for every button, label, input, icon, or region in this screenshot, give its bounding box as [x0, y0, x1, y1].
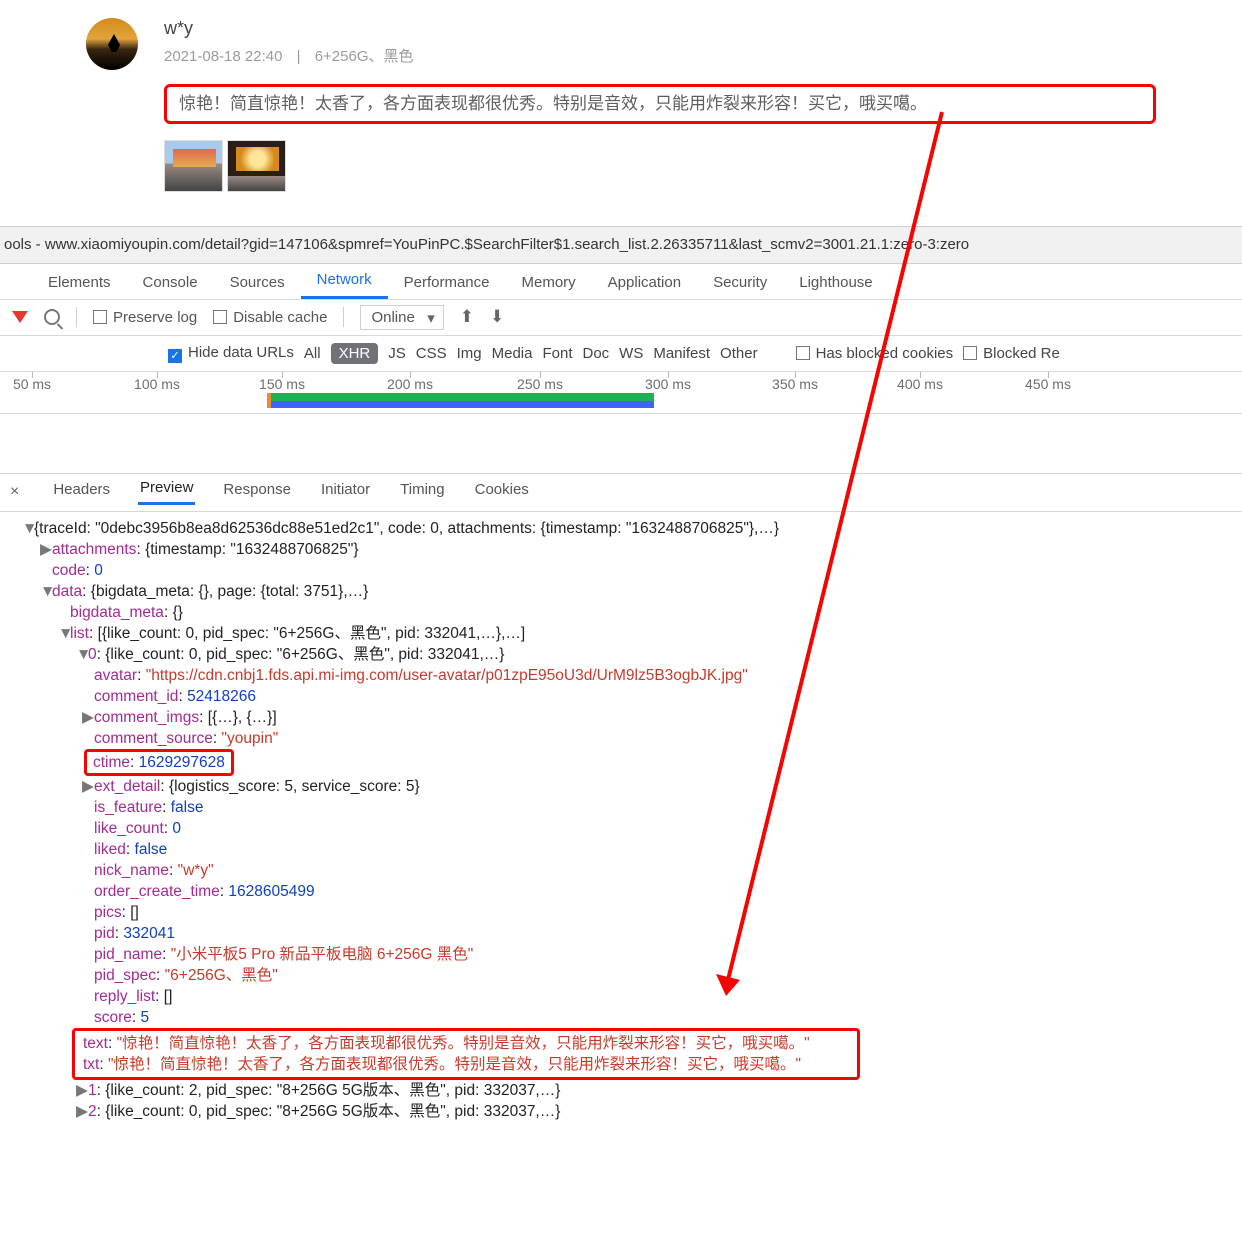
- filter-font[interactable]: Font: [542, 345, 572, 362]
- reviewer-nick: w*y: [164, 18, 1156, 39]
- tab-sources[interactable]: Sources: [214, 274, 301, 299]
- review-spec: 6+256G、黑色: [315, 48, 414, 65]
- avatar: [86, 18, 138, 70]
- devtools-titlebar: ools - www.xiaomiyoupin.com/detail?gid=1…: [0, 226, 1242, 264]
- separator: [76, 307, 77, 327]
- filter-doc[interactable]: Doc: [582, 345, 609, 362]
- search-icon[interactable]: [44, 309, 60, 325]
- timeline-tick: 50 ms: [13, 376, 51, 392]
- timeline-tick: 200 ms: [387, 376, 433, 392]
- filter-css[interactable]: CSS: [416, 345, 447, 362]
- json-preview[interactable]: ▼{traceId: "0debc3956b8ea8d62536dc88e51e…: [0, 512, 1242, 1142]
- text-highlight-box: text: "惊艳！简直惊艳！太香了，各方面表现都很优秀。特别是音效，只能用炸裂…: [72, 1028, 860, 1080]
- blocked-requests-checkbox[interactable]: Blocked Re: [963, 345, 1060, 362]
- throttling-select[interactable]: Online: [360, 305, 443, 330]
- hide-data-urls-checkbox[interactable]: ✓Hide data URLs: [168, 344, 294, 363]
- meta-separator: |: [297, 48, 301, 65]
- upload-icon[interactable]: ⬆: [460, 307, 474, 327]
- close-icon[interactable]: ×: [10, 483, 19, 501]
- download-icon[interactable]: ⬇: [490, 307, 504, 327]
- timeline-tick: 300 ms: [645, 376, 691, 392]
- timeline-bar: [271, 393, 654, 401]
- blocked-cookies-checkbox[interactable]: Has blocked cookies: [796, 345, 954, 362]
- timeline-tick: 350 ms: [772, 376, 818, 392]
- network-toolbar-1: Preserve log Disable cache Online ⬆ ⬇: [0, 300, 1242, 336]
- preserve-log-checkbox[interactable]: Preserve log: [93, 309, 197, 326]
- separator: [343, 307, 344, 327]
- timeline-spacer: [0, 414, 1242, 474]
- request-detail-tabs: × Headers Preview Response Initiator Tim…: [0, 474, 1242, 512]
- json-root: {traceId: "0debc3956b8ea8d62536dc88e51ed…: [34, 520, 779, 537]
- timeline-tick: 450 ms: [1025, 376, 1071, 392]
- review-card: w*y 2021-08-18 22:40 | 6+256G、黑色 惊艳！简直惊艳…: [0, 0, 1242, 204]
- filter-media[interactable]: Media: [492, 345, 533, 362]
- review-image-thumb[interactable]: [227, 140, 286, 192]
- disable-cache-checkbox[interactable]: Disable cache: [213, 309, 327, 326]
- review-meta: 2021-08-18 22:40 | 6+256G、黑色: [164, 45, 1156, 66]
- review-body: w*y 2021-08-18 22:40 | 6+256G、黑色 惊艳！简直惊艳…: [164, 18, 1156, 192]
- subtab-headers[interactable]: Headers: [51, 481, 112, 504]
- tab-performance[interactable]: Performance: [388, 274, 506, 299]
- timeline-tick: 150 ms: [259, 376, 305, 392]
- subtab-timing[interactable]: Timing: [398, 481, 446, 504]
- filter-xhr[interactable]: XHR: [331, 343, 379, 364]
- tab-elements[interactable]: Elements: [32, 274, 127, 299]
- tab-console[interactable]: Console: [127, 274, 214, 299]
- ctime-highlight: ctime: 1629297628: [84, 749, 234, 776]
- filter-icon[interactable]: [12, 311, 28, 323]
- review-text-highlight: 惊艳！简直惊艳！太香了，各方面表现都很优秀。特别是音效，只能用炸裂来形容！买它，…: [164, 84, 1156, 124]
- timeline-bar: [271, 401, 654, 408]
- review-image-thumb[interactable]: [164, 140, 223, 192]
- tab-security[interactable]: Security: [697, 274, 783, 299]
- network-toolbar-2: ✓Hide data URLs All XHR JS CSS Img Media…: [0, 336, 1242, 372]
- subtab-initiator[interactable]: Initiator: [319, 481, 372, 504]
- filter-ws[interactable]: WS: [619, 345, 643, 362]
- tab-application[interactable]: Application: [592, 274, 697, 299]
- review-date: 2021-08-18 22:40: [164, 48, 282, 65]
- subtab-cookies[interactable]: Cookies: [473, 481, 531, 504]
- filter-all[interactable]: All: [304, 345, 321, 362]
- tab-lighthouse[interactable]: Lighthouse: [783, 274, 888, 299]
- timeline-tick: 400 ms: [897, 376, 943, 392]
- devtools-main-tabs: Elements Console Sources Network Perform…: [0, 264, 1242, 300]
- subtab-preview[interactable]: Preview: [138, 479, 195, 505]
- waterfall-timeline[interactable]: 50 ms 100 ms 150 ms 200 ms 250 ms 300 ms…: [0, 372, 1242, 414]
- subtab-response[interactable]: Response: [221, 481, 293, 504]
- timeline-tick: 100 ms: [134, 376, 180, 392]
- review-images: [164, 140, 1156, 192]
- tab-network[interactable]: Network: [301, 271, 388, 299]
- filter-manifest[interactable]: Manifest: [653, 345, 710, 362]
- filter-img[interactable]: Img: [457, 345, 482, 362]
- review-text: 惊艳！简直惊艳！太香了，各方面表现都很优秀。特别是音效，只能用炸裂来形容！买它，…: [179, 94, 927, 113]
- tab-memory[interactable]: Memory: [506, 274, 592, 299]
- timeline-tick: 250 ms: [517, 376, 563, 392]
- filter-js[interactable]: JS: [388, 345, 406, 362]
- filter-other[interactable]: Other: [720, 345, 758, 362]
